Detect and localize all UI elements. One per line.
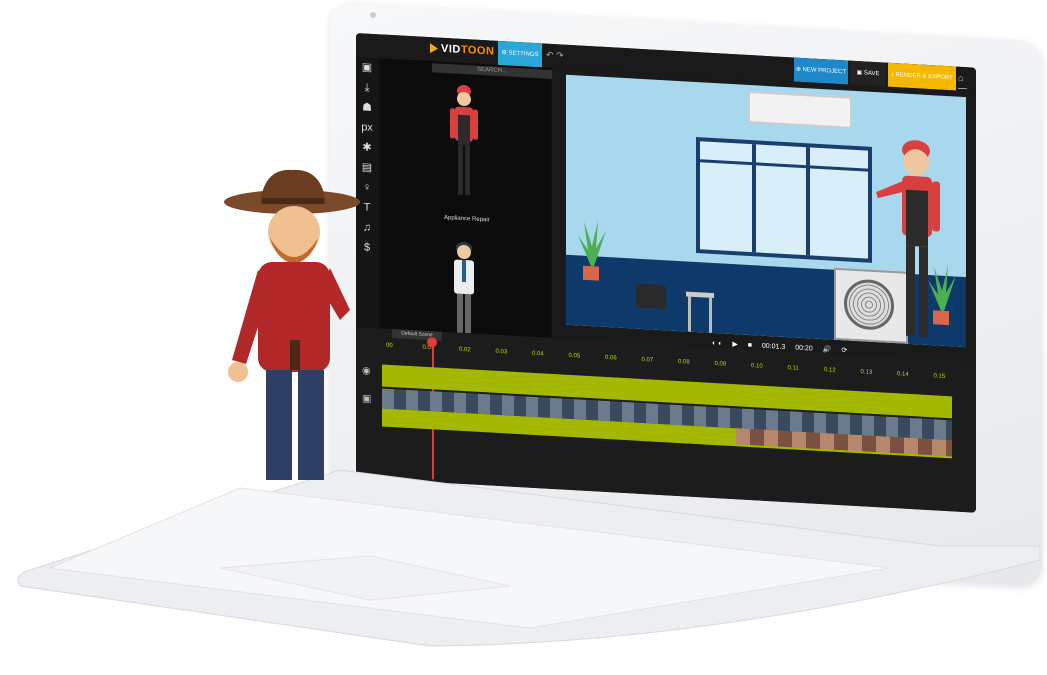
- timeline-tick-label: 0.09: [714, 361, 727, 368]
- timeline-tick-label: 0.11: [787, 365, 799, 372]
- toolbag: [636, 283, 666, 310]
- settings-tab[interactable]: ⚙ SETTINGS: [498, 40, 542, 68]
- logo-suffix: TOON: [460, 43, 495, 58]
- timeline-tick-label: 0.13: [860, 369, 873, 376]
- play-logo-icon: [430, 43, 438, 54]
- timeline-tick-label: 0.08: [678, 359, 690, 366]
- stage-panel: ◐ ◐ ▶ ■ 00:01.3 00:20 🔊 ⟳: [552, 67, 976, 362]
- playhead-knob[interactable]: [427, 336, 437, 348]
- new-project-label: NEW PROJECT: [802, 66, 847, 76]
- character-library: SEARCH... Appliance Repair: [380, 58, 573, 338]
- timeline-tick-label: 0.14: [897, 371, 909, 378]
- bug-icon[interactable]: ✱: [356, 137, 378, 158]
- timeline-tick-label: 0.06: [605, 354, 617, 362]
- save-button[interactable]: ▣ SAVE: [850, 60, 886, 87]
- timeline-tick-label: 0.07: [641, 356, 654, 364]
- window-mullion: [752, 144, 756, 253]
- window-transom: [700, 159, 868, 172]
- app-logo: VIDTOON: [430, 42, 494, 58]
- cowboy-mascot: [224, 169, 360, 480]
- render-label: RENDER & EXPORT: [895, 72, 953, 82]
- office-window: [696, 137, 872, 263]
- new-project-button[interactable]: ⊕ NEW PROJECT: [794, 57, 848, 85]
- air-conditioner-unit: [748, 90, 852, 129]
- timeline-tick-label: 00: [386, 342, 393, 350]
- stool: [686, 291, 714, 333]
- potted-plant: [578, 220, 606, 281]
- timeline-tick-label: 0.15: [933, 373, 946, 380]
- repairman-character[interactable]: [874, 132, 954, 346]
- laptop-screen: VIDTOON ⚙ SETTINGS ↶ ↷ ⊕ NEW PROJECT ▣ S…: [356, 33, 976, 513]
- logo-prefix: VID: [441, 42, 461, 56]
- download-icon[interactable]: ⤓: [356, 77, 378, 98]
- timeline-tick-label: 0.03: [495, 348, 508, 356]
- timeline-tick-label: 0.05: [568, 352, 581, 360]
- settings-label: SETTINGS: [508, 50, 539, 59]
- timeline-tick-label: 0.10: [751, 363, 763, 370]
- laptop-base: [17, 469, 1040, 647]
- px-icon[interactable]: px: [356, 117, 378, 138]
- timeline-tick-label: 0.12: [824, 367, 836, 374]
- timeline-tick-label: 0.02: [459, 346, 471, 354]
- undo-redo-icons[interactable]: ↶ ↷: [546, 50, 564, 62]
- window-mullion: [806, 147, 810, 256]
- timeline-tick-label: 0.04: [532, 350, 544, 358]
- webcam: [370, 12, 376, 18]
- businessman-thumbnail[interactable]: [446, 237, 482, 334]
- library-item-label: Appliance Repair: [444, 214, 490, 224]
- repairman-thumbnail[interactable]: [446, 80, 482, 212]
- scene-canvas[interactable]: [566, 74, 966, 348]
- person-icon[interactable]: ☗: [356, 97, 378, 118]
- save-label: SAVE: [863, 70, 880, 78]
- image-icon[interactable]: ▣: [356, 57, 378, 78]
